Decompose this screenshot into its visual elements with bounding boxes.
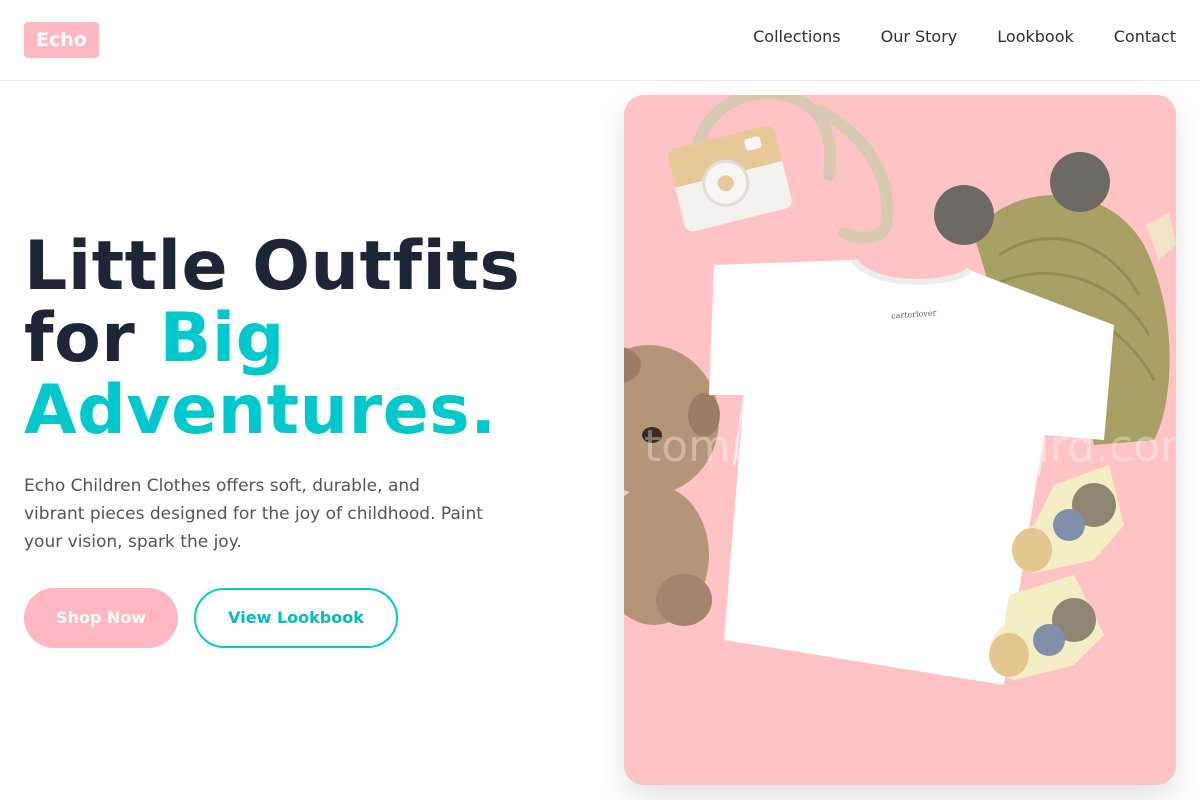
nav-link-our-story[interactable]: Our Story bbox=[881, 26, 958, 48]
nav-link-collections[interactable]: Collections bbox=[753, 26, 840, 48]
headline-line-1: Little Outfits bbox=[24, 227, 521, 306]
headline-for: for bbox=[24, 299, 160, 378]
headline-accent-big: Big bbox=[159, 299, 285, 378]
site-header: Echo Collections Our Story Lookbook Cont… bbox=[0, 0, 1200, 81]
photo-watermark: tommyhummingbird.com bbox=[644, 421, 1176, 472]
hero-product-photo: carterlover tommyhummingbird.com bbox=[624, 95, 1176, 785]
main-nav: Collections Our Story Lookbook Contact bbox=[753, 26, 1176, 48]
hero-description: Echo Children Clothes offers soft, durab… bbox=[24, 476, 483, 552]
nav-link-lookbook[interactable]: Lookbook bbox=[997, 26, 1073, 48]
headline-line-3: Adventures. bbox=[24, 371, 497, 450]
shop-now-button[interactable]: Shop Now bbox=[24, 588, 178, 648]
product-flatlay-illustration: carterlover tommyhummingbird.com bbox=[624, 95, 1176, 785]
view-lookbook-button[interactable]: View Lookbook bbox=[194, 588, 398, 648]
hero-headline: Little Outfits for Big Adventures. bbox=[24, 231, 584, 447]
brand-logo[interactable]: Echo bbox=[24, 22, 99, 58]
nav-link-contact[interactable]: Contact bbox=[1114, 26, 1176, 48]
